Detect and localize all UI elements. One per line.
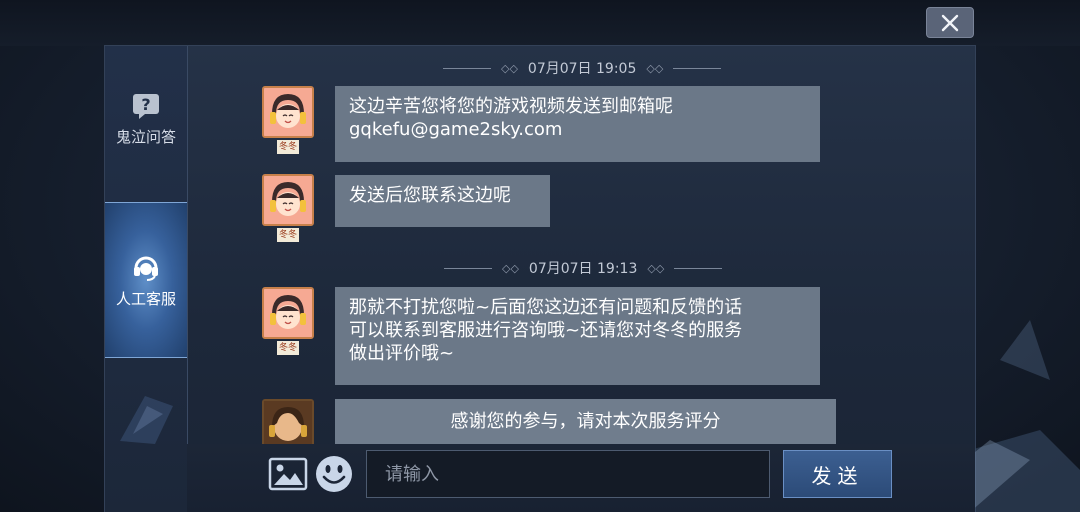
message-line: gqkefu@game2sky.com: [349, 119, 563, 140]
question-bubble-icon: ?: [133, 93, 159, 119]
emoji-button[interactable]: [314, 454, 354, 494]
message-line: 那就不打扰您啦~后面您这边还有问题和反馈的话: [349, 297, 743, 318]
agent-name-tag: 冬冬: [277, 140, 299, 154]
image-icon: [268, 457, 308, 491]
message-line: 发送后您联系这边呢: [349, 185, 511, 206]
agent-avatar: [262, 287, 314, 339]
shard-decoration: [120, 396, 173, 444]
chat-area[interactable]: ◇◇ 07月07日 19:05 ◇◇ 冬冬 这边辛苦您将您的游戏视频发送到邮箱呢…: [187, 46, 975, 444]
message-line: 这边辛苦您将您的游戏视频发送到邮箱呢: [349, 96, 673, 117]
timestamp-divider: ◇◇ 07月07日 19:13 ◇◇: [444, 258, 723, 278]
agent-message-bubble: 那就不打扰您啦~后面您这边还有问题和反馈的话 可以联系到客服进行咨询哦~还请您对…: [335, 287, 820, 385]
agent-name-tag: 冬冬: [277, 228, 299, 242]
sidebar-item-label: 鬼泣问答: [115, 127, 176, 146]
sidebar: ? 鬼泣问答 人工客服: [105, 46, 188, 512]
agent-name-tag: 冬冬: [277, 341, 299, 355]
send-button[interactable]: 发送: [783, 450, 892, 498]
top-bar: [0, 0, 1080, 46]
agent-message-bubble: 这边辛苦您将您的游戏视频发送到邮箱呢 gqkefu@game2sky.com: [335, 86, 820, 162]
message-line: 可以联系到客服进行咨询哦~还请您对冬冬的服务: [349, 320, 743, 341]
headset-icon: [134, 256, 158, 281]
message-line: 做出评价哦~: [349, 343, 455, 364]
agent-message-bubble: 发送后您联系这边呢: [335, 175, 550, 227]
sidebar-item-label: 人工客服: [115, 289, 176, 308]
close-icon: [941, 14, 959, 31]
rating-prompt: 感谢您的参与，请对本次服务评分: [450, 411, 721, 432]
sidebar-item-customer-service[interactable]: 人工客服: [105, 202, 187, 358]
timestamp-divider: ◇◇ 07月07日 19:05 ◇◇: [443, 58, 722, 78]
timestamp-text: 07月07日 19:13: [528, 261, 638, 277]
close-button[interactable]: [926, 7, 974, 38]
sidebar-item-faq[interactable]: ? 鬼泣问答: [105, 84, 187, 154]
emoji-icon: [316, 456, 352, 492]
image-button[interactable]: [268, 456, 308, 492]
agent-avatar: [262, 174, 314, 226]
send-button-label: 发送: [811, 463, 864, 488]
agent-avatar: [262, 399, 314, 444]
agent-avatar: [262, 86, 314, 138]
message-input[interactable]: [366, 450, 770, 498]
timestamp-text: 07月07日 19:05: [527, 61, 637, 77]
rating-card[interactable]: 感谢您的参与，请对本次服务评分: [335, 399, 836, 444]
svg-text:?: ?: [141, 95, 150, 114]
